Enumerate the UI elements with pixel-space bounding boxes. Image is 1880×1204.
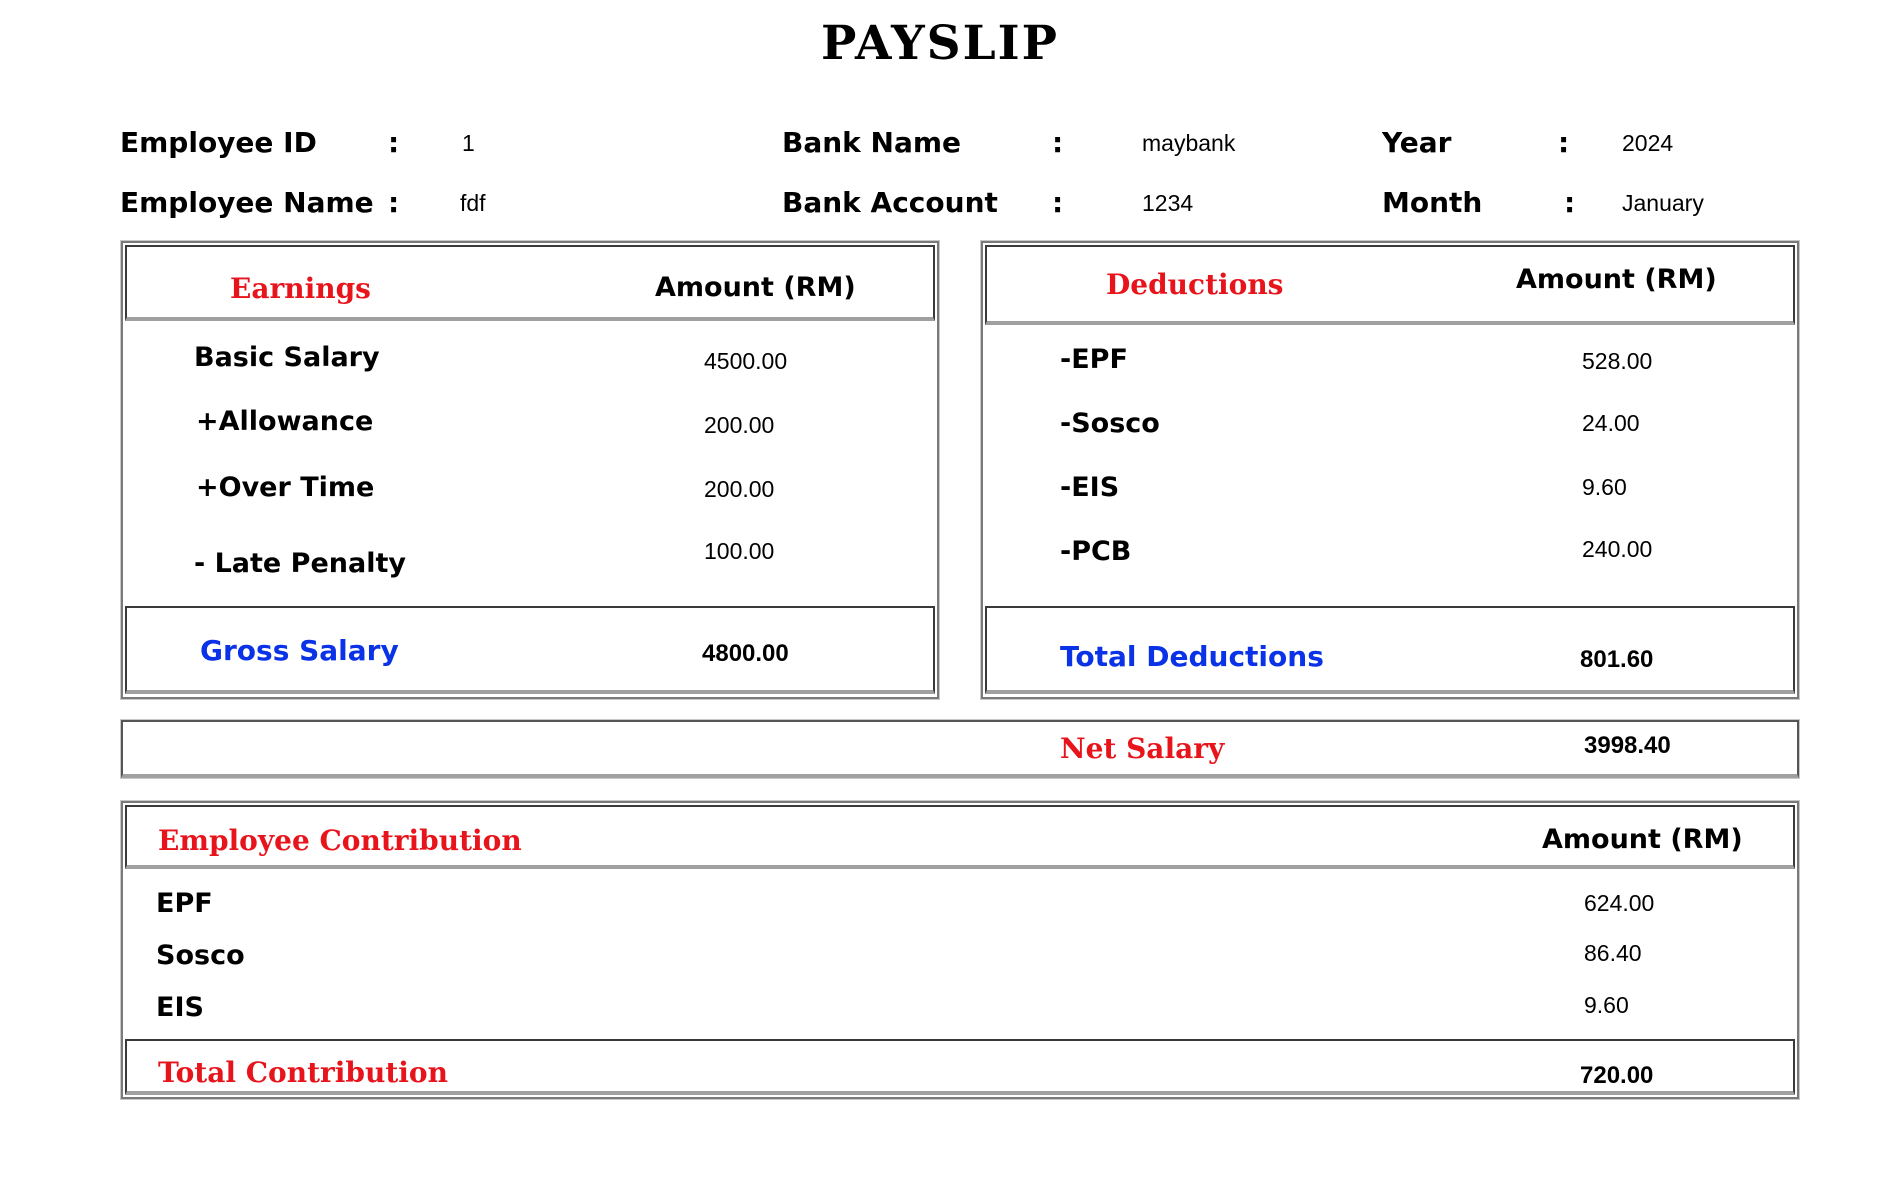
month-colon: : bbox=[1564, 186, 1576, 219]
deductions-row-value: 528.00 bbox=[1582, 348, 1653, 374]
deductions-row-value: 24.00 bbox=[1582, 410, 1640, 436]
employee-id-value: 1 bbox=[462, 130, 475, 156]
deductions-row-label: -Sosco bbox=[1060, 408, 1160, 439]
contribution-row-label: EPF bbox=[156, 888, 213, 919]
deductions-row-label: -EPF bbox=[1060, 344, 1128, 375]
deductions-row-value: 9.60 bbox=[1582, 474, 1627, 500]
employee-name-colon: : bbox=[388, 186, 400, 219]
employee-name-value: fdf bbox=[460, 190, 486, 216]
contribution-row-value: 86.40 bbox=[1584, 940, 1642, 966]
earnings-row-label: - Late Penalty bbox=[194, 548, 406, 579]
deductions-row-label: -PCB bbox=[1060, 536, 1132, 567]
bank-name-value: maybank bbox=[1142, 130, 1236, 156]
contribution-header: Employee Contribution bbox=[158, 824, 522, 857]
net-salary-label: Net Salary bbox=[1060, 732, 1225, 765]
employee-name-label: Employee Name bbox=[120, 186, 374, 219]
earnings-row-value: 4500.00 bbox=[704, 348, 788, 374]
bank-account-label: Bank Account bbox=[782, 186, 998, 219]
earnings-row-label: Basic Salary bbox=[194, 342, 380, 373]
earnings-row-label: +Over Time bbox=[196, 472, 375, 503]
contribution-row-label: Sosco bbox=[156, 940, 245, 971]
month-label: Month bbox=[1382, 186, 1483, 219]
net-salary-value: 3998.40 bbox=[1584, 732, 1671, 759]
gross-salary-label: Gross Salary bbox=[200, 634, 399, 667]
bank-name-label: Bank Name bbox=[782, 126, 962, 159]
earnings-row-value: 200.00 bbox=[704, 476, 775, 502]
deductions-row-label: -EIS bbox=[1060, 472, 1120, 503]
contribution-amount-header: Amount (RM) bbox=[1542, 824, 1743, 855]
total-deductions-label: Total Deductions bbox=[1060, 640, 1324, 673]
year-colon: : bbox=[1558, 126, 1570, 159]
year-label: Year bbox=[1382, 126, 1452, 159]
earnings-row-value: 100.00 bbox=[704, 538, 775, 564]
year-value: 2024 bbox=[1622, 130, 1674, 156]
total-contribution-value: 720.00 bbox=[1580, 1062, 1654, 1089]
net-salary-row bbox=[121, 720, 1799, 778]
total-contribution-label: Total Contribution bbox=[158, 1056, 448, 1089]
deductions-row-value: 240.00 bbox=[1582, 536, 1653, 562]
earnings-row-value: 200.00 bbox=[704, 412, 775, 438]
contribution-row-value: 624.00 bbox=[1584, 890, 1655, 916]
employee-id-label: Employee ID bbox=[120, 126, 317, 159]
gross-salary-value: 4800.00 bbox=[702, 640, 789, 667]
contribution-row-label: EIS bbox=[156, 992, 204, 1023]
contribution-row-value: 9.60 bbox=[1584, 992, 1629, 1018]
earnings-row-label: +Allowance bbox=[196, 406, 374, 437]
deductions-amount-header: Amount (RM) bbox=[1516, 264, 1717, 295]
total-deductions-value: 801.60 bbox=[1580, 646, 1654, 673]
bank-name-colon: : bbox=[1052, 126, 1064, 159]
deductions-header: Deductions bbox=[1106, 268, 1284, 301]
earnings-amount-header: Amount (RM) bbox=[655, 272, 856, 303]
earnings-header: Earnings bbox=[230, 272, 371, 305]
page-title: PAYSLIP bbox=[821, 16, 1059, 71]
bank-account-value: 1234 bbox=[1142, 190, 1194, 216]
employee-id-colon: : bbox=[388, 126, 400, 159]
bank-account-colon: : bbox=[1052, 186, 1064, 219]
month-value: January bbox=[1622, 190, 1704, 216]
